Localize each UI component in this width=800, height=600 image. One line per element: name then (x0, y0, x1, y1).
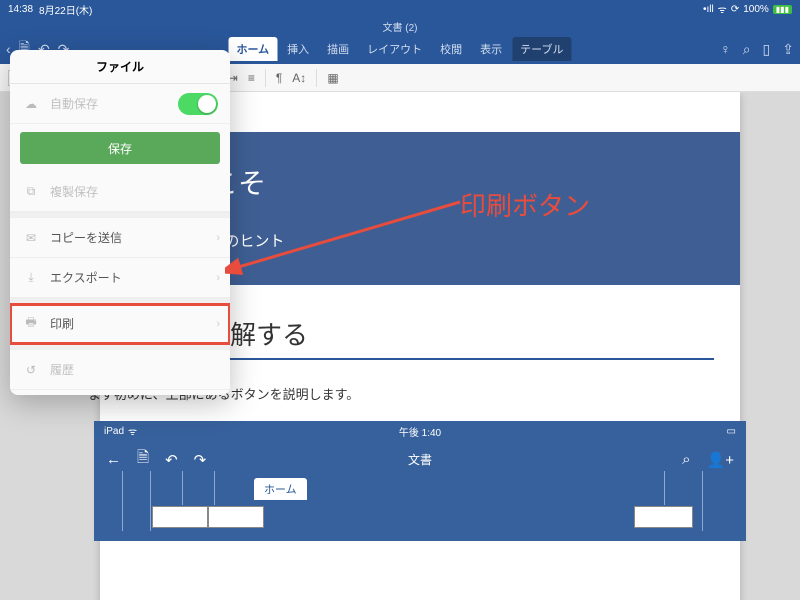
separator (316, 69, 317, 87)
tab-layout[interactable]: レイアウト (359, 37, 430, 61)
document-title: 文書 (2) (383, 19, 418, 34)
callout-line (214, 471, 215, 505)
emb-wifi-icon: ᯤ (128, 424, 137, 438)
signal-icon: •ıll (703, 4, 714, 15)
emb-back-icon: ← (106, 451, 121, 468)
mobile-view-icon[interactable]: ▯ (763, 41, 771, 58)
chevron-right-icon: › (216, 318, 220, 330)
tab-insert[interactable]: 挿入 (279, 37, 317, 61)
tab-view[interactable]: 表示 (472, 37, 510, 61)
history-icon: ↺ (22, 361, 40, 379)
battery-pct: 100% (743, 4, 769, 15)
print-icon: 🖶 (22, 315, 40, 333)
file-menu-title: ファイル (10, 50, 230, 84)
menu-autosave-label: 自動保存 (50, 95, 98, 112)
chevron-right-icon: › (216, 232, 220, 244)
wifi-icon: ᯤ (718, 2, 727, 16)
styles-button[interactable]: A↕ (292, 71, 306, 85)
separator (265, 69, 266, 87)
menu-autosave[interactable]: ☁ 自動保存 (10, 84, 230, 124)
emb-undo-icon: ↶ (165, 451, 178, 469)
tab-review[interactable]: 校閲 (432, 37, 470, 61)
paragraph-button[interactable]: ¶ (276, 71, 282, 85)
emb-callout-undo: 元に戻す (152, 506, 208, 528)
menu-print-label: 印刷 (50, 315, 74, 332)
emb-adduser-icon: 👤+ (707, 451, 734, 469)
menu-properties[interactable]: ⓘ プロパティ › (10, 390, 230, 395)
chevron-right-icon: › (216, 272, 220, 284)
emb-callout-search: 検索/置換 (634, 506, 693, 528)
emb-tab-home: ホーム (254, 478, 307, 500)
emb-redo-icon: ↷ (194, 451, 207, 469)
duplicate-icon: ⧉ (22, 183, 40, 201)
menu-print[interactable]: 🖶 印刷 › (10, 304, 230, 344)
menu-export[interactable]: ⤓ エクスポート › (10, 258, 230, 298)
insert-object-button[interactable]: ▦ (327, 71, 338, 85)
emb-clock: 午後 1:40 (399, 424, 441, 439)
align-button[interactable]: ≡ (248, 71, 255, 85)
menu-duplicate[interactable]: ⧉ 複製保存 (10, 172, 230, 212)
share-icon[interactable]: ⇪ (782, 41, 794, 58)
battery-icon: ▮▮▮ (773, 5, 792, 14)
menu-duplicate-label: 複製保存 (50, 183, 98, 200)
ribbon-tabs: ホーム 挿入 描画 レイアウト 校閲 表示 テーブル (228, 37, 571, 61)
autosave-toggle[interactable] (178, 93, 218, 115)
send-icon: ✉ (22, 229, 40, 247)
callout-line (150, 471, 151, 531)
menu-export-label: エクスポート (50, 269, 122, 286)
lightbulb-icon[interactable]: ♀ (720, 41, 731, 57)
emb-device: iPad (104, 426, 124, 437)
menu-send-copy-label: コピーを送信 (50, 229, 122, 246)
emb-doc-title: 文書 (408, 451, 432, 468)
search-icon[interactable]: ⌕ (743, 41, 751, 58)
embedded-screenshot: iPad ᯤ 午後 1:40 ▭ ← 🗎 ↶ ↷ 文書 ⌕ 👤+ ホーム 元に戻… (94, 421, 746, 541)
callout-line (664, 471, 665, 505)
tab-table[interactable]: テーブル (512, 37, 571, 61)
menu-history-label: 履歴 (50, 361, 74, 378)
cloud-icon: ☁ (22, 95, 40, 113)
emb-search-icon: ⌕ (682, 451, 690, 468)
document-title-bar: 文書 (2) (0, 18, 800, 34)
callout-line (182, 471, 183, 505)
ipad-status-bar: 14:38 8月22日(木) •ıll ᯤ ⟳ 100% ▮▮▮ (0, 0, 800, 18)
emb-battery-icon: ▭ (727, 426, 736, 437)
callout-line (702, 471, 703, 531)
callout-line (122, 471, 123, 531)
emb-file-icon: 🗎 (137, 447, 149, 472)
file-menu-popover: ファイル ☁ 自動保存 保存 ⧉ 複製保存 ✉ コピーを送信 › ⤓ エクスポー… (10, 50, 230, 395)
status-date: 8月22日(木) (39, 2, 92, 17)
status-time: 14:38 (8, 4, 33, 15)
menu-send-copy[interactable]: ✉ コピーを送信 › (10, 218, 230, 258)
menu-history[interactable]: ↺ 履歴 (10, 350, 230, 390)
emb-callout-redo: やり直し (208, 506, 264, 528)
export-icon: ⤓ (22, 269, 40, 287)
tab-draw[interactable]: 描画 (319, 37, 357, 61)
orientation-lock-icon: ⟳ (731, 4, 739, 15)
tab-home[interactable]: ホーム (228, 37, 277, 61)
save-button[interactable]: 保存 (20, 132, 220, 164)
